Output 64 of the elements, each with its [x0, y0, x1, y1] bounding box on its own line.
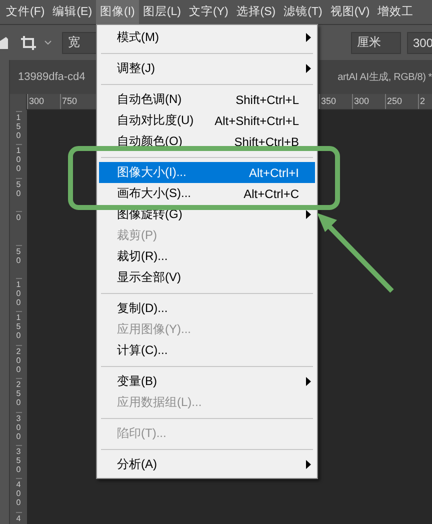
tab-title: artAI AI生成, RGB/8) *: [338, 70, 432, 84]
menu-item[interactable]: 调整(J): [99, 58, 315, 79]
menu-item-label: 图像大小(I)...: [117, 164, 188, 181]
menu-item[interactable]: 增效工: [374, 0, 418, 24]
ruler-label: 350: [319, 94, 352, 109]
menu-item-label: 模式(M): [117, 29, 160, 46]
menu-item-label: 画布大小(S)...: [117, 185, 192, 202]
shortcut-label: Alt+Shift+Ctrl+L: [214, 114, 299, 128]
menu-item[interactable]: 图像大小(I)... Alt+Ctrl+I: [99, 162, 315, 183]
menu-item-label: 计算(C)...: [117, 342, 169, 359]
menu-item-label: 裁切(R)...: [117, 248, 169, 265]
menu-item[interactable]: 裁切(R)...: [99, 246, 315, 267]
menu-item[interactable]: 模式(M): [99, 27, 315, 48]
menu-item-label: 调整(J): [117, 60, 156, 77]
ruler-label: 300: [352, 94, 385, 109]
menu-item-label: 陷印(T)...: [117, 425, 168, 442]
menu-item[interactable]: 文字(Y): [184, 0, 232, 24]
menu-item[interactable]: 自动色调(N) Shift+Ctrl+L: [99, 89, 315, 110]
menu-item-label: 复制(D)...: [117, 300, 169, 317]
ruler-label: 250: [385, 94, 418, 109]
menu-item[interactable]: 变量(B): [99, 371, 315, 392]
ruler-label: 150: [16, 111, 22, 144]
ruler-label: 300: [16, 412, 22, 445]
ruler-label: 750: [60, 94, 93, 109]
ruler-label: 200: [16, 344, 22, 378]
shortcut-label: Alt+Ctrl+C: [244, 186, 299, 200]
ruler-label: 350: [16, 444, 22, 478]
shortcut-label: Alt+Ctrl+I: [248, 166, 299, 180]
menu-item[interactable]: 图层(L): [138, 0, 185, 24]
menu-item[interactable]: 画布大小(S)... Alt+Ctrl+C: [99, 183, 315, 204]
ruler-label: 50: [16, 244, 22, 278]
ruler-label: 4: [16, 512, 22, 524]
menu-item-label: 自动色调(N): [117, 91, 183, 108]
menu-item[interactable]: 文件(F): [2, 0, 49, 24]
menu-item-label: 分析(A): [117, 456, 158, 473]
menu-item[interactable]: 图像(I): [96, 0, 139, 24]
menu-item-label: 变量(B): [117, 373, 158, 390]
tab-title: 13989dfa-cd4: [18, 71, 86, 83]
ruler-label: 400: [16, 478, 22, 512]
menu-item[interactable]: 视图(V): [326, 0, 374, 24]
ruler-label: 150: [16, 311, 22, 345]
menu-item[interactable]: 复制(D)...: [99, 298, 315, 319]
menu-item-label: 裁剪(P): [117, 227, 158, 244]
ruler-label: 100: [16, 278, 22, 312]
menu-item[interactable]: 选择(S): [232, 0, 280, 24]
menu-item[interactable]: 分析(A): [99, 454, 315, 475]
ruler-label: 0: [16, 211, 22, 245]
menu-item-label: 显示全部(V): [117, 269, 182, 286]
menu-item[interactable]: 显示全部(V): [99, 267, 315, 288]
ruler-label: 250: [16, 378, 22, 412]
unit-field[interactable]: 厘米: [351, 32, 401, 54]
menu-item[interactable]: 计算(C)...: [99, 340, 315, 361]
ruler-label: 100: [16, 144, 22, 178]
menu-item-label: 应用数据组(L)...: [117, 394, 203, 411]
menu-item-label: 应用图像(Y)...: [117, 321, 192, 338]
menu-item[interactable]: 滤镜(T): [280, 0, 326, 24]
menu-item[interactable]: 自动对比度(U) Alt+Shift+Ctrl+L: [99, 110, 315, 131]
menu-item[interactable]: 编辑(E): [48, 0, 96, 24]
menu-item-label: 自动对比度(U): [117, 112, 195, 129]
shortcut-label: Shift+Ctrl+L: [236, 92, 299, 106]
ruler-label: 2: [418, 94, 432, 109]
ruler-label: 50: [16, 178, 22, 212]
ruler-label: 300: [27, 94, 60, 109]
shortcut-label: Shift+Ctrl+B: [234, 134, 299, 148]
